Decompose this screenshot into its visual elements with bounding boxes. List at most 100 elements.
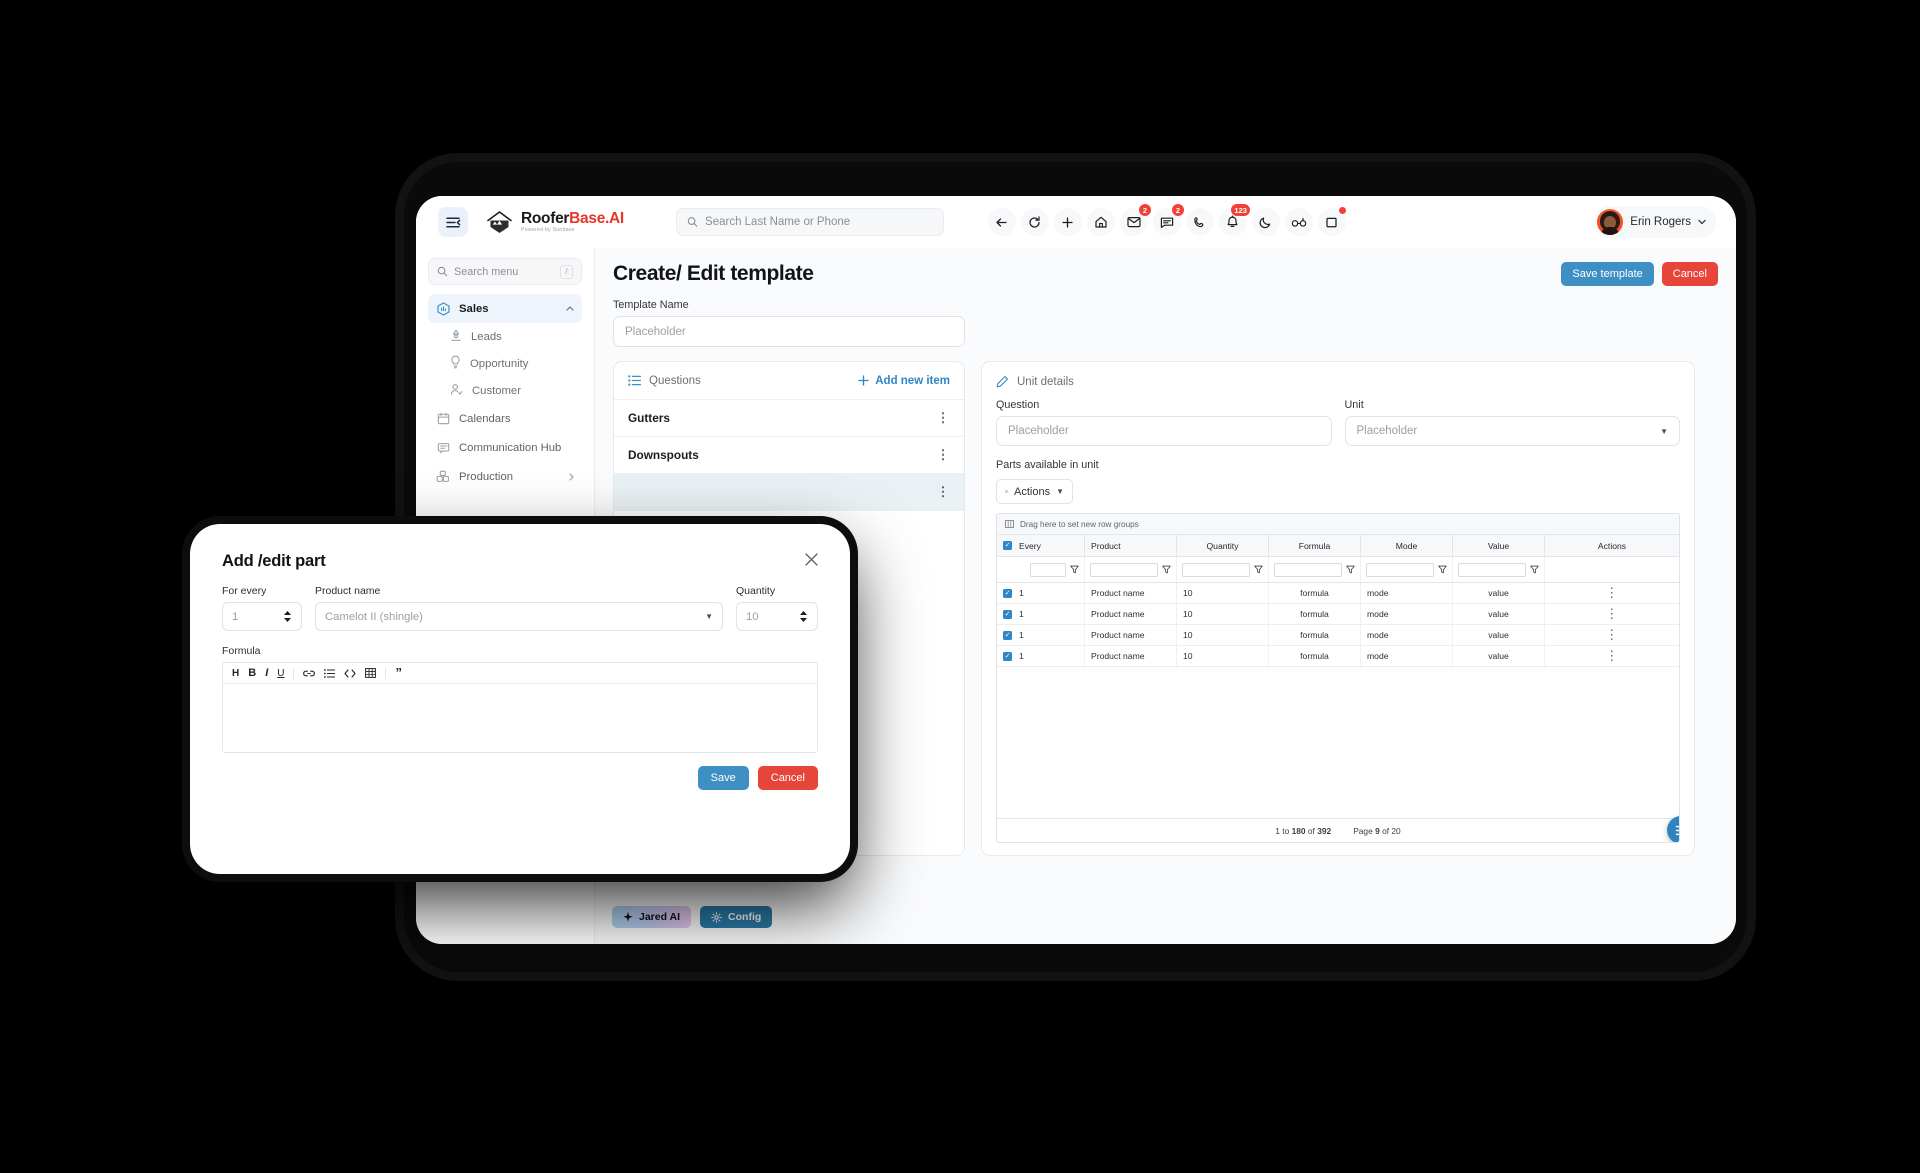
question-row[interactable]: Downspouts ⋮ (614, 437, 964, 474)
grid-header-quantity[interactable]: Quantity (1177, 535, 1269, 556)
list-icon[interactable] (324, 668, 336, 678)
refresh-button[interactable] (1020, 208, 1049, 236)
modal-save-button[interactable]: Save (697, 766, 749, 790)
window-button[interactable] (1317, 206, 1347, 236)
moon-icon (1260, 217, 1271, 228)
phone-button[interactable] (1185, 208, 1214, 236)
brand-logo-group[interactable]: RooferBase.AI Powered by Sunbase (486, 210, 624, 235)
filter-input[interactable] (1030, 562, 1066, 577)
row-menu-icon[interactable]: ⋮ (1605, 586, 1619, 599)
bold-button[interactable]: B (248, 667, 256, 679)
question-menu-icon[interactable]: ⋮ (937, 485, 951, 498)
row-checkbox[interactable] (1003, 651, 1012, 661)
grid-header-actions[interactable]: Actions (1545, 535, 1679, 556)
row-menu-icon[interactable]: ⋮ (1605, 628, 1619, 641)
question-row[interactable]: Gutters ⋮ (614, 400, 964, 437)
global-search[interactable] (675, 208, 944, 236)
grid-header-product[interactable]: Product (1085, 535, 1177, 556)
filter-value[interactable] (1453, 557, 1545, 582)
for-every-stepper[interactable]: 1 (222, 602, 302, 631)
question-menu-icon[interactable]: ⋮ (937, 411, 951, 424)
unit-details-panel: Unit details Question Placeholder Unit P… (981, 361, 1695, 856)
sidebar-toggle-button[interactable] (438, 207, 468, 237)
grid-row-group-dropzone[interactable]: Drag here to set new row groups (997, 514, 1679, 535)
filter-icon[interactable] (1162, 565, 1171, 574)
select-all-checkbox[interactable] (1003, 541, 1012, 550)
sidebar-item-communication-hub[interactable]: Communication Hub (428, 433, 582, 462)
modal-cancel-button[interactable]: Cancel (757, 766, 818, 790)
table-row[interactable]: 1 Product name 10 formula mode value ⋮ (997, 625, 1679, 646)
sidebar-item-production[interactable]: Production (428, 462, 582, 491)
row-menu-icon[interactable]: ⋮ (1605, 607, 1619, 620)
stepper-arrows-icon[interactable] (799, 611, 808, 622)
user-menu[interactable]: Erin Rogers (1594, 206, 1716, 238)
dark-mode-button[interactable] (1251, 208, 1280, 236)
actions-dropdown-button[interactable]: Actions ▼ (996, 479, 1073, 504)
filter-input[interactable] (1366, 562, 1434, 577)
row-menu-icon[interactable]: ⋮ (1605, 649, 1619, 662)
question-menu-icon[interactable]: ⋮ (937, 448, 951, 461)
question-input[interactable]: Placeholder (996, 416, 1332, 446)
table-row[interactable]: 1 Product name 10 formula mode value ⋮ (997, 583, 1679, 604)
filter-icon[interactable] (1254, 565, 1263, 574)
cancel-button[interactable]: Cancel (1661, 262, 1718, 286)
unit-select[interactable]: Placeholder ▼ (1344, 416, 1680, 446)
sidebar-item-customer[interactable]: Customer (428, 377, 582, 404)
row-checkbox[interactable] (1003, 630, 1012, 640)
link-icon[interactable] (303, 669, 316, 678)
reading-mode-button[interactable] (1284, 208, 1313, 236)
jared-ai-button[interactable]: Jared AI (612, 906, 692, 928)
formula-textarea[interactable] (223, 684, 817, 752)
filter-icon[interactable] (1346, 565, 1355, 574)
config-button[interactable]: Config (700, 906, 773, 928)
home-button[interactable] (1086, 208, 1115, 236)
mail-button[interactable]: 2 (1119, 203, 1152, 236)
filter-icon[interactable] (1070, 565, 1079, 574)
filter-formula[interactable] (1269, 557, 1361, 582)
filter-product[interactable] (1085, 557, 1177, 582)
filter-input[interactable] (1274, 562, 1342, 577)
search-input[interactable] (705, 216, 933, 228)
grid-header-formula[interactable]: Formula (1269, 535, 1361, 556)
table-row[interactable]: 1 Product name 10 formula mode value ⋮ (997, 646, 1679, 667)
row-checkbox[interactable] (1003, 609, 1012, 619)
stepper-arrows-icon[interactable] (283, 611, 292, 622)
grid-header-value[interactable]: Value (1453, 535, 1545, 556)
product-name-select[interactable]: Camelot II (shingle) ▼ (315, 602, 723, 631)
filter-input[interactable] (1090, 562, 1158, 577)
chat-button[interactable]: 2 (1152, 203, 1185, 236)
quantity-stepper[interactable]: 10 (736, 602, 818, 631)
filter-quantity[interactable] (1177, 557, 1269, 582)
filter-icon[interactable] (1438, 565, 1447, 574)
notifications-button[interactable]: 123 (1218, 203, 1251, 236)
add-new-item-button[interactable]: Add new item (858, 375, 950, 387)
row-checkbox[interactable] (1003, 588, 1012, 598)
table-icon[interactable] (365, 668, 377, 678)
save-template-button[interactable]: Save template (1561, 262, 1654, 286)
close-icon[interactable] (802, 550, 820, 568)
question-row[interactable]: ⋮ (614, 474, 964, 511)
code-icon[interactable] (344, 668, 357, 678)
filter-icon[interactable] (1530, 565, 1539, 574)
sidebar-item-calendars[interactable]: Calendars (428, 404, 582, 433)
sidebar-item-leads[interactable]: Leads (428, 323, 582, 350)
cell-mode: mode (1361, 604, 1453, 624)
filter-every[interactable] (997, 557, 1085, 582)
filter-mode[interactable] (1361, 557, 1453, 582)
filter-input[interactable] (1182, 562, 1250, 577)
italic-button[interactable]: I (265, 667, 268, 679)
grid-header-mode[interactable]: Mode (1361, 535, 1453, 556)
grid-header-every[interactable]: Every (997, 535, 1085, 556)
mail-icon (1127, 217, 1141, 228)
template-name-input[interactable]: Placeholder (613, 316, 965, 347)
add-button[interactable] (1053, 208, 1082, 236)
brand-name: RooferBase.AI (521, 209, 624, 227)
sidebar-item-sales[interactable]: Sales (428, 294, 582, 323)
sidebar-item-opportunity[interactable]: Opportunity (428, 350, 582, 377)
underline-button[interactable]: U (277, 668, 284, 679)
sidebar-search[interactable]: Search menu / (428, 258, 582, 285)
back-button[interactable] (987, 208, 1016, 236)
filter-input[interactable] (1458, 562, 1526, 577)
table-row[interactable]: 1 Product name 10 formula mode value ⋮ (997, 604, 1679, 625)
heading-button[interactable]: H (232, 668, 239, 679)
